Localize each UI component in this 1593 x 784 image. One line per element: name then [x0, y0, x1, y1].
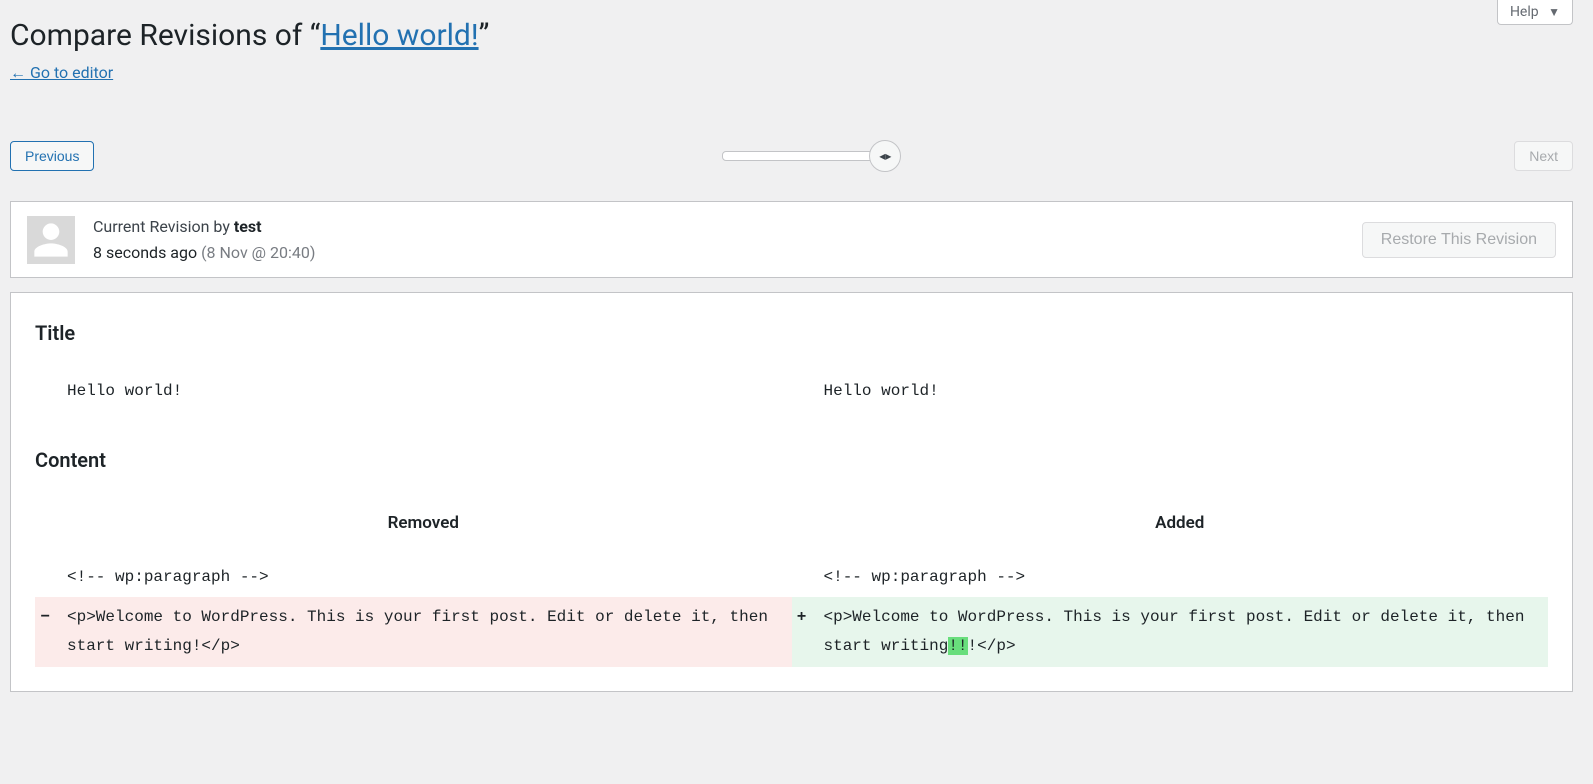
previous-button[interactable]: Previous: [10, 141, 94, 171]
help-label: Help: [1510, 4, 1539, 20]
restore-revision-button: Restore This Revision: [1362, 222, 1556, 258]
revision-slider[interactable]: ◂▸: [94, 151, 1514, 161]
person-icon: [31, 220, 71, 260]
minus-marker: −: [35, 597, 55, 667]
go-to-editor-link[interactable]: ← Go to editor: [10, 63, 113, 83]
diff-title-heading: Title: [35, 321, 1548, 345]
diff-row: − <p>Welcome to WordPress. This is your …: [35, 597, 1548, 667]
diff-box: Title Hello world! Hello world! Content …: [10, 292, 1573, 692]
avatar: [27, 216, 75, 264]
added-suffix: !</p>: [968, 637, 1016, 655]
by-label: Current Revision by: [93, 217, 234, 236]
revision-meta-box: Current Revision by test 8 seconds ago (…: [10, 201, 1573, 278]
title-suffix: ”: [479, 18, 490, 53]
page-title: Compare Revisions of “Hello world!”: [10, 18, 1573, 53]
title-left: Hello world!: [55, 371, 792, 412]
slider-track: ◂▸: [722, 151, 886, 161]
next-button: Next: [1514, 141, 1573, 171]
slider-handle-icon: ◂▸: [879, 149, 891, 163]
title-right: Hello world!: [812, 371, 1549, 412]
added-col-header: Added: [812, 498, 1549, 557]
context-left: <!-- wp:paragraph -->: [55, 557, 792, 598]
removed-line: <p>Welcome to WordPress. This is your fi…: [55, 597, 792, 667]
plus-marker: +: [792, 597, 812, 667]
added-prefix: <p>Welcome to WordPress. This is your fi…: [824, 608, 1525, 655]
revision-time-abs: (8 Nov @ 20:40): [201, 243, 315, 262]
diff-content-heading: Content: [35, 448, 1548, 472]
removed-col-header: Removed: [55, 498, 792, 557]
content-diff-table: Removed Added <!-- wp:paragraph --> <!--…: [35, 498, 1548, 667]
help-tab[interactable]: Help ▼: [1497, 0, 1573, 25]
slider-handle[interactable]: ◂▸: [869, 140, 901, 172]
post-title-link[interactable]: Hello world!: [320, 18, 478, 53]
revision-author: test: [234, 217, 262, 236]
revision-meta-text: Current Revision by test 8 seconds ago (…: [93, 214, 1362, 265]
context-right: <!-- wp:paragraph -->: [812, 557, 1549, 598]
added-ins: !!: [948, 637, 967, 655]
title-diff-row: Hello world! Hello world!: [35, 371, 1548, 412]
chevron-down-icon: ▼: [1548, 5, 1560, 19]
title-diff-table: Hello world! Hello world!: [35, 371, 1548, 412]
revision-time-ago: 8 seconds ago: [93, 243, 197, 262]
added-line: <p>Welcome to WordPress. This is your fi…: [812, 597, 1549, 667]
title-prefix: Compare Revisions of “: [10, 18, 320, 53]
context-row: <!-- wp:paragraph --> <!-- wp:paragraph …: [35, 557, 1548, 598]
